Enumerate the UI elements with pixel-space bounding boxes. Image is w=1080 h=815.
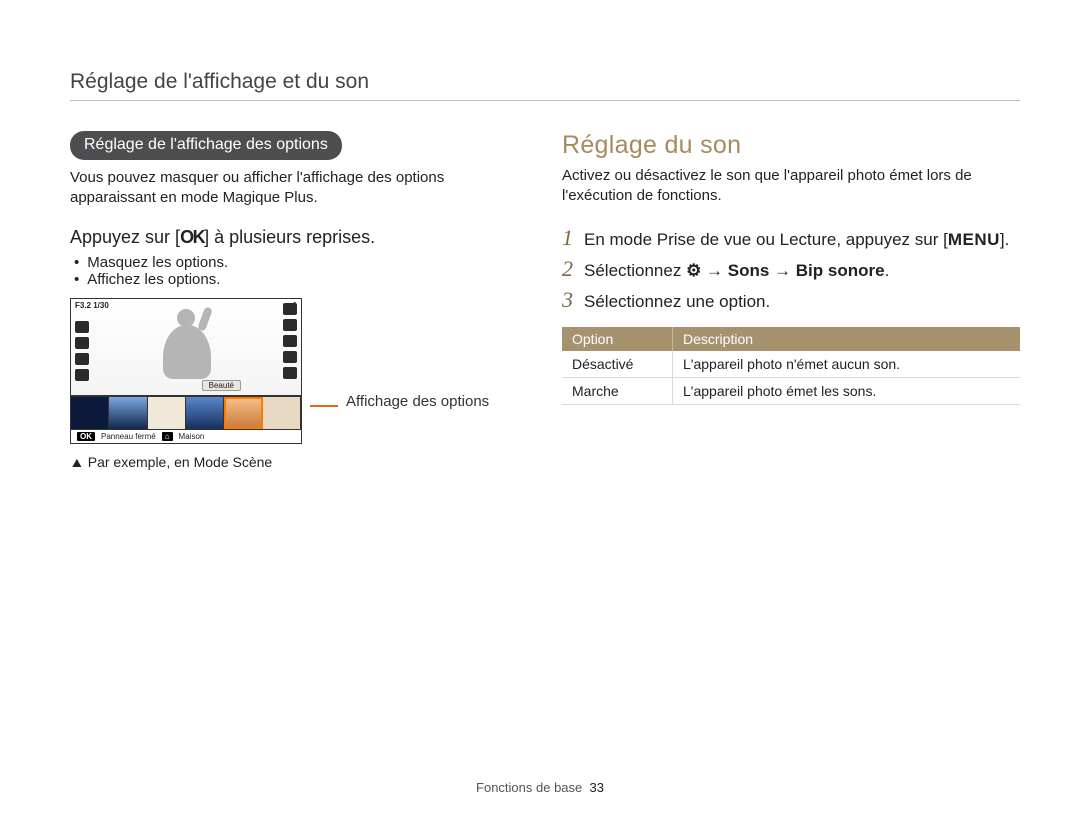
callout-line (310, 405, 338, 407)
step-text-after: . (885, 261, 890, 280)
thumb (148, 397, 186, 429)
page-footer: Fonctions de base 33 (0, 780, 1080, 795)
section-pill: Réglage de l'affichage des options (70, 131, 342, 160)
shot-viewport: F3.2 1/30 1 (71, 299, 301, 396)
table-row: Désactivé L'appareil photo n'émet aucun … (562, 351, 1020, 378)
page-number: 33 (590, 780, 604, 795)
flash-icon (75, 369, 89, 381)
th-description: Description (673, 327, 1021, 351)
step-text-before: Sélectionnez (584, 261, 686, 280)
thumb (109, 397, 147, 429)
bullet-item: Affichez les options. (74, 271, 528, 288)
left-column: Réglage de l'affichage des options Vous … (70, 131, 528, 470)
mode-icon (283, 319, 297, 331)
thumb (186, 397, 224, 429)
cell-description: L'appareil photo émet les sons. (673, 377, 1021, 404)
foot-home-label: Maison (179, 432, 205, 441)
ok-key-icon: OK (77, 432, 95, 441)
callout-label: Affichage des options (346, 393, 489, 410)
cell-option: Marche (562, 377, 673, 404)
thumb (71, 397, 109, 429)
gear-icon: ⚙ (686, 261, 701, 281)
step-text: En mode Prise de vue ou Lecture, appuyez… (584, 230, 1020, 250)
shot-footer: OK Panneau fermé ⌂ Maison (71, 430, 301, 443)
grid-icon (75, 321, 89, 333)
steps-list: 1 En mode Prise de vue ou Lecture, appuy… (562, 225, 1020, 313)
step-text-before: En mode Prise de vue ou Lecture, appuyez… (584, 230, 948, 249)
step: 1 En mode Prise de vue ou Lecture, appuy… (562, 225, 1020, 251)
step-text-after: ]. (1000, 230, 1009, 249)
person-silhouette (141, 307, 221, 387)
press-instruction: Appuyez sur [OK] à plusieurs reprises. (70, 227, 528, 248)
camera-screenshot: F3.2 1/30 1 (70, 298, 302, 444)
left-icon-stack (75, 321, 89, 381)
scene-thumbnails (71, 396, 301, 430)
manual-page: Réglage de l'affichage et du son Réglage… (0, 0, 1080, 815)
cell-description: L'appareil photo n'émet aucun son. (673, 351, 1021, 378)
page-title: Réglage de l'affichage et du son (70, 70, 1020, 94)
menu-icon: MENU (948, 230, 1000, 250)
step-bold-path: → Sons → Bip sonore (701, 261, 884, 280)
right-intro: Activez ou désactivez le son que l'appar… (562, 166, 1020, 207)
is-icon (283, 367, 297, 379)
footer-section: Fonctions de base (476, 780, 582, 795)
home-key-icon: ⌂ (162, 432, 173, 441)
step: 3 Sélectionnez une option. (562, 287, 1020, 313)
step-text: Sélectionnez une option. (584, 292, 1020, 312)
table-header-row: Option Description (562, 327, 1020, 351)
timer-icon (283, 351, 297, 363)
thumb-selected (224, 397, 262, 429)
options-table: Option Description Désactivé L'appareil … (562, 327, 1020, 405)
columns: Réglage de l'affichage des options Vous … (70, 131, 1020, 470)
iso-icon (75, 337, 89, 349)
left-intro: Vous pouvez masquer ou afficher l'affich… (70, 168, 528, 209)
title-rule (70, 100, 1020, 101)
press-after: ] à plusieurs reprises. (204, 227, 375, 247)
example-caption: ▲ Par exemple, en Mode Scène (70, 454, 528, 470)
af-icon (283, 335, 297, 347)
thumb (263, 397, 301, 429)
right-column: Réglage du son Activez ou désactivez le … (562, 131, 1020, 470)
beauty-badge: Beauté (202, 380, 241, 391)
step-number: 2 (562, 256, 584, 282)
ev-icon (75, 353, 89, 365)
options-bullets: Masquez les options. Affichez les option… (74, 254, 528, 288)
screenshot-with-callout: F3.2 1/30 1 (70, 298, 528, 444)
step-text: Sélectionnez ⚙ → Sons → Bip sonore. (584, 261, 1020, 281)
up-triangle-icon: ▲ (69, 454, 84, 470)
bullet-item: Masquez les options. (74, 254, 528, 271)
th-option: Option (562, 327, 673, 351)
step: 2 Sélectionnez ⚙ → Sons → Bip sonore. (562, 256, 1020, 282)
step-number: 1 (562, 225, 584, 251)
step-number: 3 (562, 287, 584, 313)
cell-option: Désactivé (562, 351, 673, 378)
right-icon-stack (283, 303, 297, 379)
exposure-label: F3.2 1/30 (75, 301, 109, 310)
ok-icon: OK (180, 227, 204, 248)
caption-text: Par exemple, en Mode Scène (88, 454, 272, 470)
table-row: Marche L'appareil photo émet les sons. (562, 377, 1020, 404)
foot-panel-label: Panneau fermé (101, 432, 156, 441)
sound-heading: Réglage du son (562, 131, 1020, 160)
battery-icon (283, 303, 297, 315)
press-before: Appuyez sur [ (70, 227, 180, 247)
